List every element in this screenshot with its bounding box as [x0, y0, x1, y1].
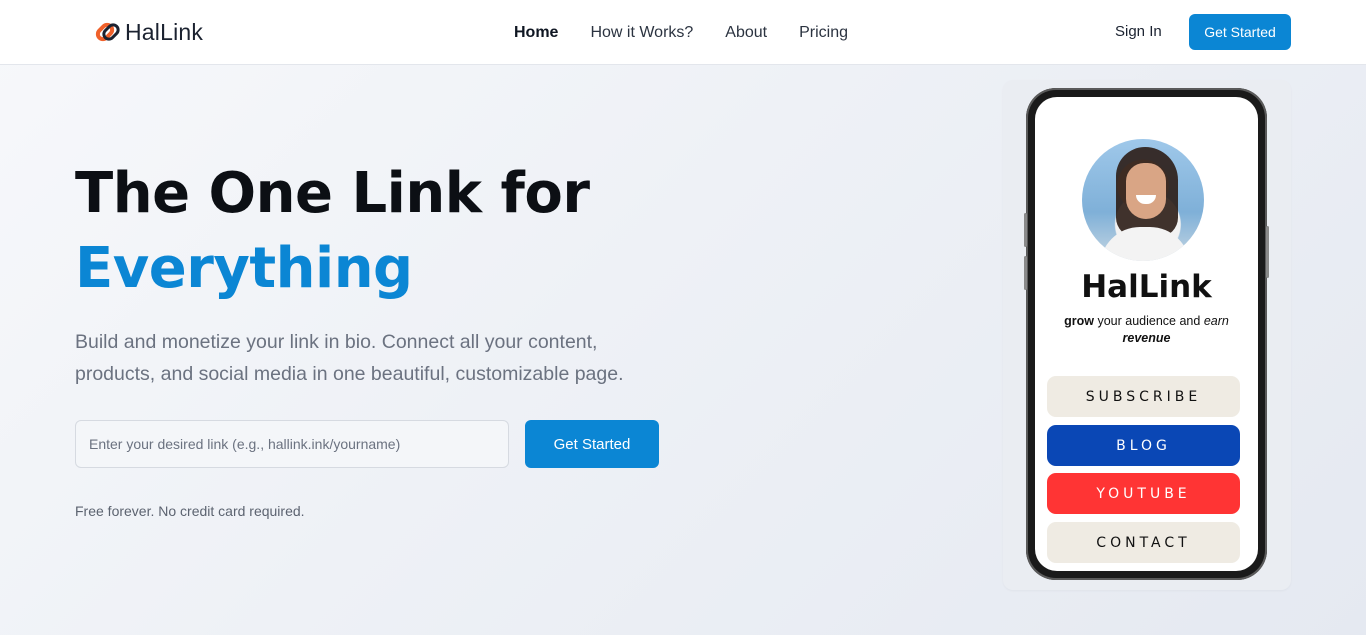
profile-name: HalLink [1081, 269, 1212, 305]
avatar-face [1126, 163, 1166, 219]
profile-bio: grow your audience and earn revenue [1063, 313, 1230, 347]
phone-mockup: HalLink grow your audience and earn reve… [1024, 88, 1269, 580]
chain-link-icon [95, 22, 120, 42]
nav-pricing[interactable]: Pricing [799, 22, 848, 44]
nav-about[interactable]: About [725, 22, 767, 44]
phone-volume-down [1024, 256, 1027, 290]
mock-contact-button[interactable]: CONTACT [1047, 522, 1240, 563]
mock-subscribe-button[interactable]: SUBSCRIBE [1047, 376, 1240, 417]
phone-power-button [1266, 226, 1269, 278]
hero-get-started-button[interactable]: Get Started [525, 420, 659, 468]
hero-title-line: The One Link for [75, 161, 590, 226]
nav-how-it-works[interactable]: How it Works? [590, 22, 693, 44]
hero-subtitle: Build and monetize your link in bio. Con… [75, 331, 624, 385]
brand-name: HalLink [125, 18, 204, 45]
bio-grow: grow [1064, 314, 1094, 328]
mock-blog-button[interactable]: BLOG [1047, 425, 1240, 466]
profile-avatar [1082, 139, 1204, 261]
main-nav: Home How it Works? About Pricing [514, 22, 848, 44]
avatar-shirt [1100, 227, 1190, 261]
hero-title-accent: Everything [75, 236, 413, 301]
hero-title: The One Link for Everything [75, 156, 590, 306]
fine-print: Free forever. No credit card required. [75, 503, 305, 519]
desired-link-input[interactable] [75, 420, 509, 468]
phone-screen: HalLink grow your audience and earn reve… [1035, 97, 1258, 571]
bio-revenue: revenue [1122, 331, 1171, 345]
bio-middle: your audience and [1094, 314, 1204, 328]
header-get-started-button[interactable]: Get Started [1189, 14, 1291, 50]
brand-logo[interactable]: HalLink [94, 17, 203, 47]
sign-in-link[interactable]: Sign In [1115, 23, 1162, 40]
page: HalLink Home How it Works? About Pricing… [0, 0, 1366, 635]
mock-youtube-button[interactable]: YOUTUBE [1047, 473, 1240, 514]
phone-volume-up [1024, 213, 1027, 247]
top-navbar: HalLink Home How it Works? About Pricing… [0, 0, 1366, 65]
bio-earn: earn [1203, 314, 1229, 328]
nav-home[interactable]: Home [514, 22, 558, 44]
